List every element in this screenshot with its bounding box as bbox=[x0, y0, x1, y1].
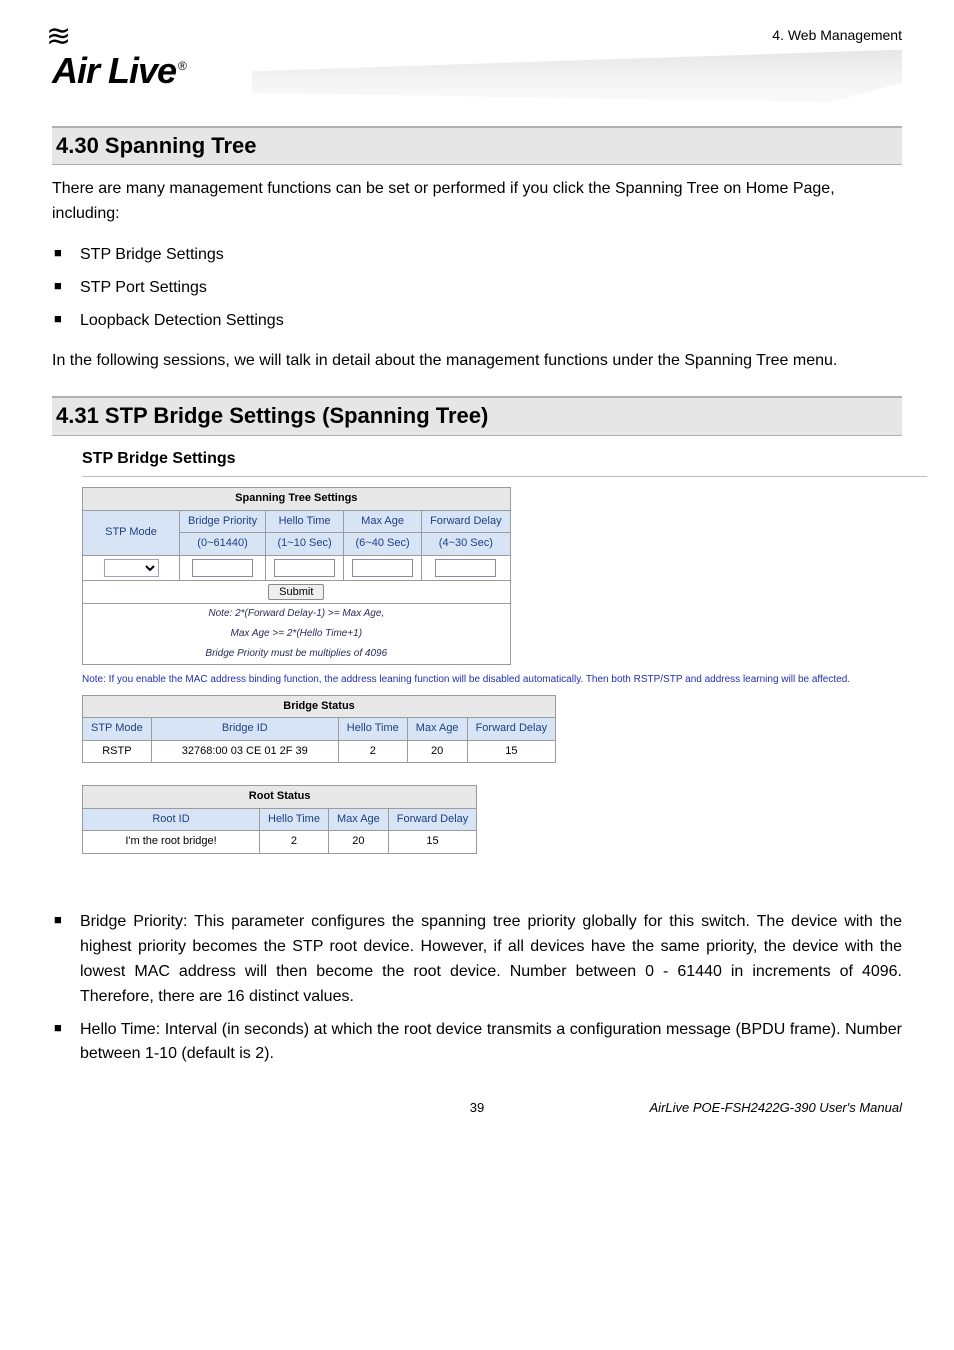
rs-col-rootid: Root ID bbox=[83, 808, 260, 830]
note-3: Bridge Priority must be multiplies of 40… bbox=[83, 644, 511, 665]
root-status-table: Root Status Root ID Hello Time Max Age F… bbox=[82, 785, 477, 853]
bs-col-bridge-id: Bridge ID bbox=[151, 718, 338, 740]
registered-icon: ® bbox=[178, 59, 186, 73]
col-stp-mode: STP Mode bbox=[83, 510, 180, 555]
bullet-loopback-detection-settings: Loopback Detection Settings bbox=[52, 305, 902, 338]
bs-val-maxage: 20 bbox=[407, 740, 467, 762]
section1-intro: There are many management functions can … bbox=[52, 177, 902, 227]
desc-hello-time: Hello Time: Interval (in seconds) at whi… bbox=[52, 1014, 902, 1072]
spanning-tree-settings-table: Spanning Tree Settings STP Mode Bridge P… bbox=[82, 487, 511, 665]
section1-outro: In the following sessions, we will talk … bbox=[52, 349, 902, 374]
bullet-stp-port-settings: STP Port Settings bbox=[52, 272, 902, 305]
hello-time-input[interactable] bbox=[274, 559, 335, 577]
rs-col-hello: Hello Time bbox=[260, 808, 329, 830]
col-max-age: Max Age bbox=[344, 510, 422, 532]
range-bridge-priority: (0~61440) bbox=[180, 533, 266, 555]
bullet-stp-bridge-settings: STP Bridge Settings bbox=[52, 239, 902, 272]
root-status-caption: Root Status bbox=[83, 786, 477, 808]
note-1: Note: 2*(Forward Delay-1) >= Max Age, bbox=[83, 603, 511, 624]
bs-val-mode: RSTP bbox=[83, 740, 152, 762]
bs-col-mode: STP Mode bbox=[83, 718, 152, 740]
bridge-status-caption: Bridge Status bbox=[83, 695, 556, 717]
range-max-age: (6~40 Sec) bbox=[344, 533, 422, 555]
col-hello-time: Hello Time bbox=[266, 510, 344, 532]
range-hello-time: (1~10 Sec) bbox=[266, 533, 344, 555]
note-2: Max Age >= 2*(Hello Time+1) bbox=[83, 624, 511, 644]
section-heading-spanning-tree: 4.30 Spanning Tree bbox=[52, 126, 902, 166]
rs-val-hello: 2 bbox=[260, 831, 329, 853]
max-age-input[interactable] bbox=[352, 559, 413, 577]
forward-delay-input[interactable] bbox=[435, 559, 496, 577]
product-name: AirLive POE-FSH2422G-390 User's Manual bbox=[650, 1099, 902, 1117]
brand-logo: ≋ Air Live® bbox=[52, 46, 186, 96]
stp-mode-select[interactable] bbox=[104, 559, 159, 577]
panel-title: STP Bridge Settings bbox=[82, 448, 902, 470]
bridge-priority-input[interactable] bbox=[192, 559, 253, 577]
bs-val-bridge-id: 32768:00 03 CE 01 2F 39 bbox=[151, 740, 338, 762]
rs-col-maxage: Max Age bbox=[328, 808, 388, 830]
bs-col-hello: Hello Time bbox=[338, 718, 407, 740]
bs-val-fd: 15 bbox=[467, 740, 556, 762]
col-forward-delay: Forward Delay bbox=[422, 510, 511, 532]
header-banner: ≋ Air Live® bbox=[52, 50, 902, 104]
bs-val-hello: 2 bbox=[338, 740, 407, 762]
section-heading-stp-bridge-settings: 4.31 STP Bridge Settings (Spanning Tree) bbox=[52, 396, 902, 436]
warning-note: Note: If you enable the MAC address bind… bbox=[82, 673, 902, 687]
bridge-status-table: Bridge Status STP Mode Bridge ID Hello T… bbox=[82, 695, 556, 763]
desc-bridge-priority: Bridge Priority: This parameter configur… bbox=[52, 906, 902, 1013]
col-bridge-priority: Bridge Priority bbox=[180, 510, 266, 532]
bs-col-maxage: Max Age bbox=[407, 718, 467, 740]
panel-divider bbox=[82, 476, 927, 477]
spanning-settings-caption: Spanning Tree Settings bbox=[83, 488, 511, 510]
rs-val-fd: 15 bbox=[388, 831, 477, 853]
logo-swirl-icon: ≋ bbox=[46, 16, 71, 58]
rs-val-maxage: 20 bbox=[328, 831, 388, 853]
bs-col-fd: Forward Delay bbox=[467, 718, 556, 740]
submit-button[interactable]: Submit bbox=[268, 584, 324, 600]
rs-col-fd: Forward Delay bbox=[388, 808, 477, 830]
rs-val-rootid: I'm the root bridge! bbox=[83, 831, 260, 853]
range-forward-delay: (4~30 Sec) bbox=[422, 533, 511, 555]
